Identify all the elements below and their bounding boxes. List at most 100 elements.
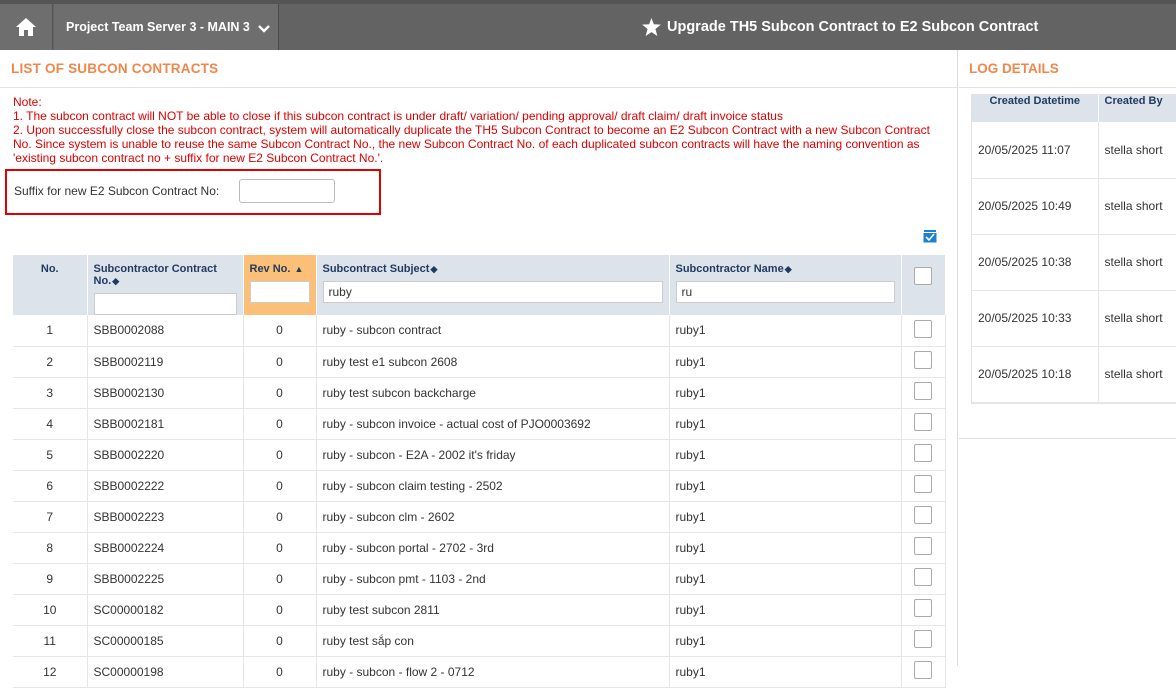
row-name: ruby1: [669, 656, 902, 688]
row-subject: ruby test sắp con: [316, 625, 670, 657]
col-header-subject[interactable]: Subcontract Subject◆: [316, 255, 670, 315]
select-all-checkbox[interactable]: [914, 267, 932, 285]
row-rev-no: 0: [243, 594, 317, 626]
row-checkbox[interactable]: [914, 351, 932, 369]
row-checkbox[interactable]: [914, 382, 932, 400]
row-checkbox[interactable]: [914, 599, 932, 617]
page-title-text: Upgrade TH5 Subcon Contract to E2 Subcon…: [667, 19, 1039, 35]
table-row[interactable]: 10 SC00000182 0 ruby test subcon 2811 ruby1: [13, 594, 946, 626]
row-subject: ruby - subcon invoice - actual cost of P…: [316, 408, 670, 440]
row-no: 1: [13, 315, 88, 347]
row-name: ruby1: [669, 501, 902, 533]
note-line: 2. Upon successfully close the subcon co…: [13, 123, 930, 165]
table-row[interactable]: 9 SBB0002225 0 ruby - subcon pmt - 1103 - 2…: [13, 563, 946, 595]
row-select-cell: [901, 470, 946, 502]
row-checkbox[interactable]: [914, 537, 932, 555]
table-row[interactable]: 6 SBB0002222 0 ruby - subcon claim testing …: [13, 470, 946, 502]
table-row[interactable]: 3 SBB0002130 0 ruby test subcon backcharge r…: [13, 377, 946, 409]
row-name: ruby1: [669, 315, 902, 347]
row-checkbox[interactable]: [914, 661, 932, 679]
table-row[interactable]: 7 SBB0002223 0 ruby - subcon clm - 2602 ruby…: [13, 501, 946, 533]
sort-icon[interactable]: ◆: [430, 264, 437, 274]
row-name: ruby1: [669, 346, 902, 378]
row-subject: ruby - subcon contract: [316, 315, 670, 347]
row-checkbox[interactable]: [914, 319, 932, 338]
row-select-cell: [901, 439, 946, 471]
row-no: 3: [13, 377, 88, 409]
row-rev-no: 0: [243, 346, 317, 378]
export-icon[interactable]: [923, 230, 937, 246]
subcon-table: No. Subcontractor Contract No.◆ Rev No. …: [13, 255, 946, 688]
star-icon: [642, 18, 661, 36]
sort-icon[interactable]: ◆: [785, 264, 792, 274]
row-rev-no: 0: [243, 408, 317, 440]
sort-asc-icon[interactable]: ▲: [295, 264, 304, 274]
server-label: Project Team Server 3 - MAIN 3: [66, 20, 250, 34]
row-no: 4: [13, 408, 88, 440]
log-datetime: 20/05/2025 10:38: [972, 234, 1099, 291]
row-contract-no: SBB0002181: [87, 408, 244, 440]
row-name: ruby1: [669, 408, 902, 440]
row-no: 5: [13, 439, 88, 471]
table-row[interactable]: 1 SBB0002088 0 ruby - subcon contract ruby1: [13, 315, 946, 347]
col-header-contract-no[interactable]: Subcontractor Contract No.◆: [87, 255, 244, 315]
note-line: Note:: [13, 95, 42, 109]
row-select-cell: [901, 346, 946, 378]
row-subject: ruby - subcon pmt - 1103 - 2nd: [316, 563, 670, 595]
log-datetime: 20/05/2025 10:49: [972, 178, 1099, 235]
log-created-by: stella short: [1098, 346, 1176, 403]
row-checkbox[interactable]: [914, 413, 932, 431]
row-contract-no: SC00000198: [87, 656, 244, 688]
filter-rev-no[interactable]: [249, 281, 310, 303]
table-row[interactable]: 8 SBB0002224 0 ruby - subcon portal - 2702 …: [13, 532, 946, 564]
suffix-input[interactable]: [239, 179, 335, 203]
log-datetime: 20/05/2025 11:07: [972, 122, 1099, 179]
row-checkbox[interactable]: [914, 444, 932, 462]
row-no: 8: [13, 532, 88, 564]
row-subject: ruby - subcon portal - 2702 - 3rd: [316, 532, 670, 564]
row-no: 7: [13, 501, 88, 533]
server-selector[interactable]: Project Team Server 3 - MAIN 3: [54, 4, 279, 50]
row-subject: ruby test subcon backcharge: [316, 377, 670, 409]
subcon-list-panel: LIST OF SUBCON CONTRACTS Note: 1. The su…: [0, 50, 958, 688]
row-select-cell: [901, 532, 946, 564]
row-checkbox[interactable]: [914, 506, 932, 524]
row-contract-no: SC00000182: [87, 594, 244, 626]
filter-contract-no[interactable]: [93, 293, 237, 315]
page-title: Upgrade TH5 Subcon Contract to E2 Subcon…: [642, 4, 1038, 50]
table-row[interactable]: 4 SBB0002181 0 ruby - subcon invoice - actu…: [13, 408, 946, 440]
table-row[interactable]: 11 SC00000185 0 ruby test sắp con ruby1: [13, 625, 946, 657]
col-header-select-all[interactable]: [901, 255, 946, 315]
note-text: Note: 1. The subcon contract will NOT be…: [13, 95, 943, 165]
row-no: 11: [13, 625, 88, 657]
row-name: ruby1: [669, 563, 902, 595]
table-row[interactable]: 5 SBB0002220 0 ruby - subcon - E2A - 2002 i…: [13, 439, 946, 471]
suffix-label: Suffix for new E2 Subcon Contract No:: [14, 184, 220, 198]
table-row[interactable]: 2 SBB0002119 0 ruby test e1 subcon 2608 ruby…: [13, 346, 946, 378]
row-subject: ruby - subcon clm - 2602: [316, 501, 670, 533]
col-header-rev-no[interactable]: Rev No. ▲: [243, 255, 317, 315]
row-rev-no: 0: [243, 377, 317, 409]
top-bar: Project Team Server 3 - MAIN 3 Upgrade T…: [0, 0, 1176, 50]
filter-subject[interactable]: [322, 281, 663, 303]
row-name: ruby1: [669, 532, 902, 564]
filter-name[interactable]: [675, 281, 895, 303]
row-rev-no: 0: [243, 563, 317, 595]
row-rev-no: 0: [243, 470, 317, 502]
row-no: 2: [13, 346, 88, 378]
row-checkbox[interactable]: [914, 475, 932, 493]
table-row[interactable]: 12 SC00000198 0 ruby - subcon - flow 2 - 07…: [13, 656, 946, 688]
row-no: 10: [13, 594, 88, 626]
row-no: 6: [13, 470, 88, 502]
row-checkbox[interactable]: [914, 568, 932, 586]
row-rev-no: 0: [243, 315, 317, 347]
row-select-cell: [901, 656, 946, 688]
row-select-cell: [901, 501, 946, 533]
log-row: 20/05/2025 11:07 stella short: [972, 122, 1176, 179]
home-button[interactable]: [0, 4, 53, 50]
row-checkbox[interactable]: [914, 630, 932, 648]
row-select-cell: [901, 315, 946, 347]
col-header-name[interactable]: Subcontractor Name◆: [669, 255, 902, 315]
row-select-cell: [901, 377, 946, 409]
sort-icon[interactable]: ◆: [112, 276, 119, 286]
